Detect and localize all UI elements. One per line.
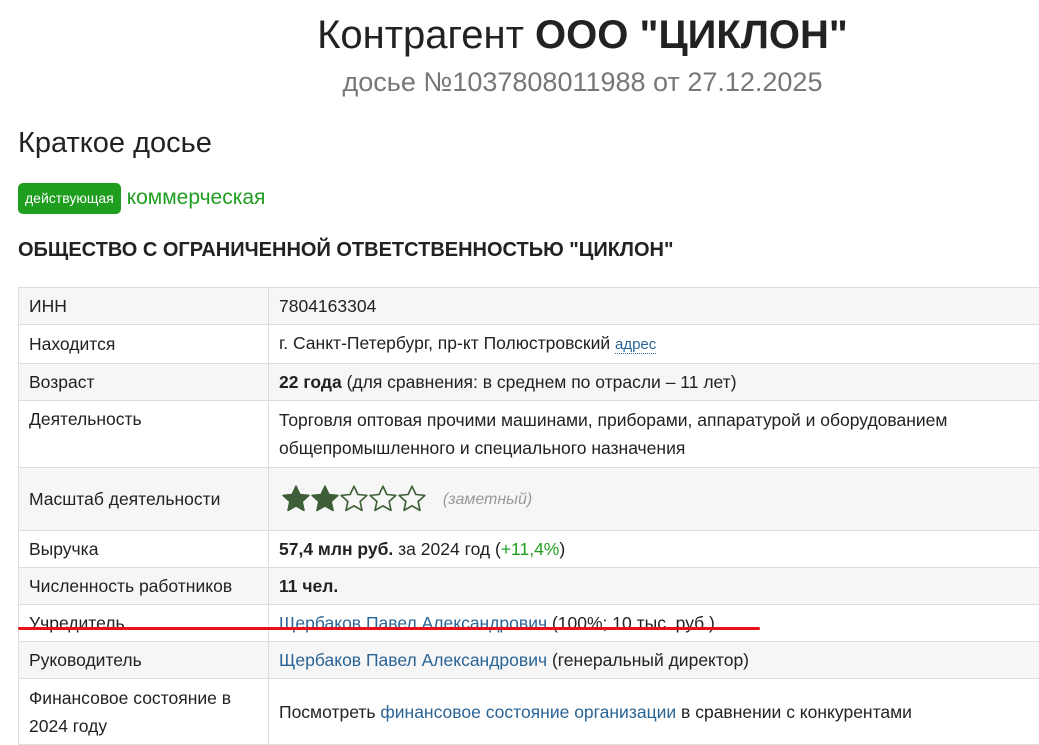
- page-title: Контрагент ООО "ЦИКЛОН": [0, 12, 1039, 58]
- founder-details: (100%; 10 тыс. руб.): [551, 613, 715, 633]
- star-filled-icon: [282, 485, 310, 512]
- age-comparison: (для сравнения: в среднем по отрасли – 1…: [346, 372, 737, 392]
- row-label: Деятельность: [18, 400, 269, 468]
- location-value: г. Санкт-Петербург, пр-кт Полюстровский …: [268, 324, 1039, 364]
- star-empty-icon: [340, 485, 368, 512]
- row-label: Учредитель: [18, 604, 269, 642]
- table-row-location: Находится г. Санкт-Петербург, пр-кт Полю…: [18, 324, 1039, 364]
- table-row-employees: Численность работников 11 чел.: [18, 567, 1039, 605]
- row-label: Численность работников: [18, 567, 269, 605]
- founder-value: Щербаков Павел Александрович (100%; 10 т…: [268, 604, 1039, 642]
- table-row-director: Руководитель Щербаков Павел Александрови…: [18, 641, 1039, 679]
- activity-value: Торговля оптовая прочими машинами, прибо…: [268, 400, 1039, 468]
- row-label: Финансовое состояние в 2024 году: [18, 678, 269, 745]
- table-row-scale: Масштаб деятельности (заметный): [18, 467, 1039, 531]
- company-full-name: ОБЩЕСТВО С ОГРАНИЧЕННОЙ ОТВЕТСТВЕННОСТЬЮ…: [18, 239, 674, 261]
- row-label: Выручка: [18, 530, 269, 568]
- star-filled-icon: [311, 485, 339, 512]
- page-subtitle: досье №1037808011988 от 27.12.2025: [342, 67, 823, 97]
- row-label: Возраст: [18, 363, 269, 401]
- star-empty-icon: [398, 485, 426, 512]
- table-row-finance: Финансовое состояние в 2024 году Посмотр…: [18, 678, 1039, 745]
- page-title-prefix: Контрагент: [317, 13, 524, 57]
- table-row-revenue: Выручка 57,4 млн руб. за 2024 год (+11,4…: [18, 530, 1039, 568]
- status-row: действующая коммерческая: [18, 182, 265, 214]
- revenue-growth: +11,4%: [500, 539, 560, 559]
- star-empty-icon: [369, 485, 397, 512]
- finance-value: Посмотреть финансовое состояние организа…: [268, 678, 1039, 745]
- finance-suffix: в сравнении с конкурентами: [681, 701, 912, 722]
- revenue-amount: 57,4 млн руб.: [279, 539, 394, 559]
- row-label: Масштаб деятельности: [18, 467, 269, 531]
- table-row-founder: Учредитель Щербаков Павел Александрович …: [18, 604, 1039, 642]
- revenue-value: 57,4 млн руб. за 2024 год (+11,4%): [268, 530, 1039, 568]
- scale-value: (заметный): [268, 467, 1039, 531]
- revenue-close: ): [559, 539, 566, 559]
- finance-link[interactable]: финансовое состояние организации: [380, 702, 676, 722]
- company-info-table: ИНН 7804163304 Находится г. Санкт-Петерб…: [18, 287, 1039, 745]
- finance-prefix: Посмотреть: [279, 701, 376, 722]
- location-text: г. Санкт-Петербург, пр-кт Полюстровский: [279, 333, 611, 353]
- row-label: Руководитель: [18, 641, 269, 679]
- scale-note: (заметный): [442, 490, 533, 508]
- table-row-inn: ИНН 7804163304: [18, 287, 1039, 325]
- age-value: 22 года (для сравнения: в среднем по отр…: [268, 363, 1039, 401]
- section-title: Краткое досье: [18, 127, 212, 159]
- page-title-company: ООО "ЦИКЛОН": [535, 13, 848, 57]
- inn-value: 7804163304: [268, 287, 1039, 325]
- founder-link[interactable]: Щербаков Павел Александрович: [279, 613, 547, 633]
- address-link[interactable]: адрес: [615, 336, 657, 354]
- status-badge: действующая: [18, 182, 121, 214]
- table-row-activity: Деятельность Торговля оптовая прочими ма…: [18, 400, 1039, 468]
- employees-value: 11 чел.: [268, 567, 1039, 605]
- table-row-age: Возраст 22 года (для сравнения: в средне…: [18, 363, 1039, 401]
- revenue-period: за 2024 год (: [398, 539, 501, 559]
- row-label: ИНН: [18, 287, 269, 325]
- director-value: Щербаков Павел Александрович (генеральны…: [268, 641, 1039, 679]
- age-years: 22 года: [279, 372, 342, 392]
- rating-stars: [281, 484, 426, 514]
- company-type-label: коммерческая: [126, 186, 266, 209]
- founder-highlight-underline: [18, 627, 760, 630]
- employees-count: 11 чел.: [279, 576, 339, 596]
- row-label: Находится: [18, 324, 269, 364]
- director-link[interactable]: Щербаков Павел Александрович: [279, 650, 547, 670]
- director-details: (генеральный директор): [551, 650, 750, 670]
